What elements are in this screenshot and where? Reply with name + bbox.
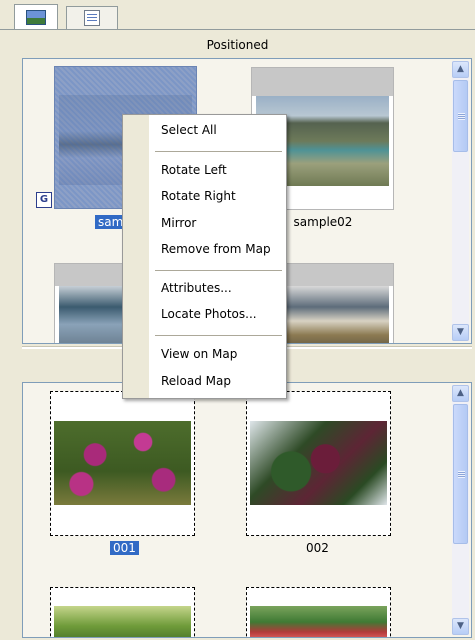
- scroll-down-button[interactable]: ▼: [452, 618, 469, 635]
- photo-image: [250, 606, 387, 637]
- photo-image: [250, 421, 387, 505]
- menu-item-select-all[interactable]: Select All: [161, 123, 217, 137]
- thumbnail-top-band: [252, 68, 393, 96]
- photo-caption: 001: [110, 541, 139, 555]
- photo-thumbnail[interactable]: [50, 391, 195, 536]
- tab-unpositioned[interactable]: [66, 6, 118, 29]
- geotag-badge: G: [36, 192, 52, 208]
- scroll-thumb[interactable]: [453, 80, 468, 152]
- scrollbar[interactable]: ▲ ▼: [452, 61, 469, 341]
- scroll-thumb[interactable]: [453, 404, 468, 544]
- photo-caption: sample02: [293, 215, 353, 229]
- menu-separator: [155, 270, 282, 271]
- photo-image: [54, 421, 191, 505]
- scrollbar[interactable]: ▲ ▼: [452, 385, 469, 635]
- menu-gutter: [123, 115, 149, 398]
- grip-icon: [458, 113, 465, 120]
- menu-item-reload-map[interactable]: Reload Map: [161, 374, 231, 388]
- photo-thumbnail[interactable]: [246, 391, 391, 536]
- tab-bar: [0, 0, 475, 30]
- photo-caption: 002: [306, 541, 329, 555]
- unpositioned-photo-list[interactable]: 001 002 ▲ ▼: [22, 382, 472, 638]
- context-menu: Select All Rotate Left Rotate Right Mirr…: [122, 114, 287, 399]
- menu-item-rotate-right[interactable]: Rotate Right: [161, 189, 236, 203]
- menu-item-mirror[interactable]: Mirror: [161, 216, 196, 230]
- photo-thumbnail[interactable]: [246, 587, 391, 637]
- scroll-up-button[interactable]: ▲: [452, 385, 469, 402]
- photo-icon: [26, 9, 46, 25]
- menu-item-remove-from-map[interactable]: Remove from Map: [161, 242, 271, 256]
- list-icon: [84, 10, 100, 26]
- menu-item-attributes[interactable]: Attributes...: [161, 281, 232, 295]
- menu-separator: [155, 335, 282, 336]
- tab-positioned[interactable]: [14, 4, 58, 29]
- menu-item-rotate-left[interactable]: Rotate Left: [161, 163, 227, 177]
- menu-item-view-on-map[interactable]: View on Map: [161, 347, 237, 361]
- menu-item-locate-photos[interactable]: Locate Photos...: [161, 307, 257, 321]
- grip-icon: [458, 471, 465, 478]
- photo-thumbnail[interactable]: [50, 587, 195, 637]
- photo-image: [54, 606, 191, 637]
- scroll-up-button[interactable]: ▲: [452, 61, 469, 78]
- menu-separator: [155, 151, 282, 152]
- section-header: Positioned: [0, 34, 475, 56]
- scroll-down-button[interactable]: ▼: [452, 324, 469, 341]
- tab-divider: [0, 29, 475, 30]
